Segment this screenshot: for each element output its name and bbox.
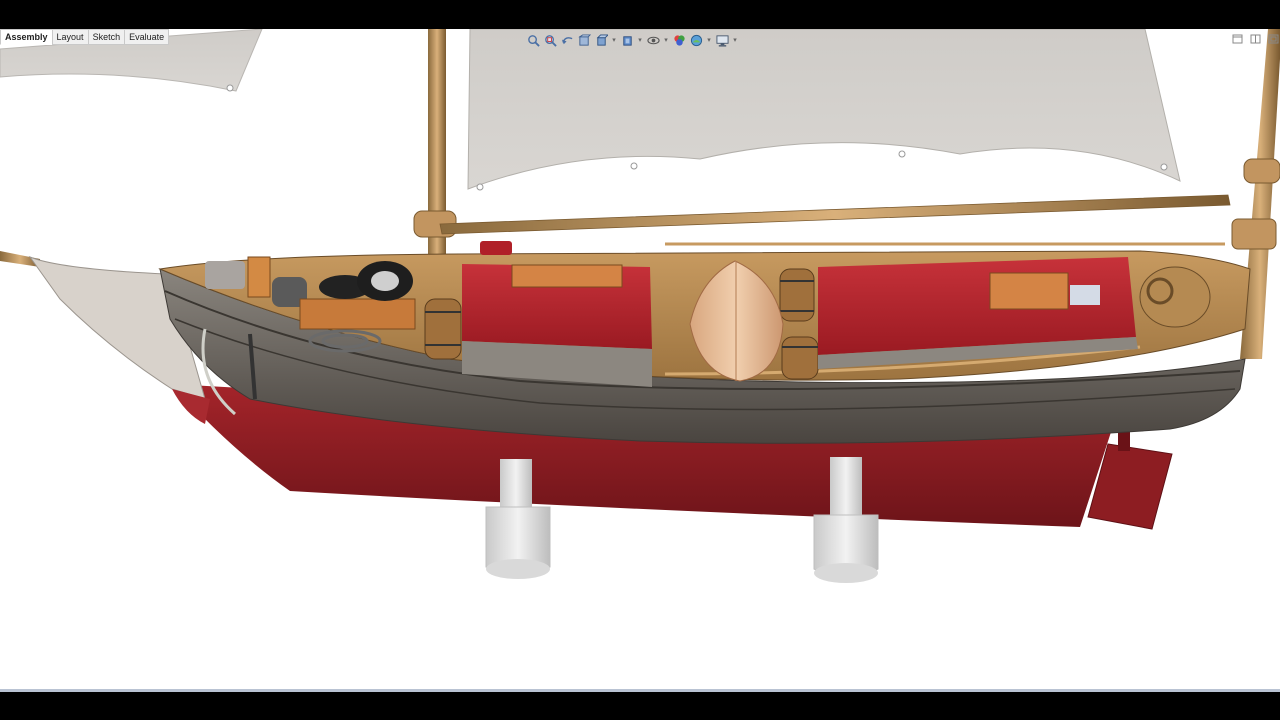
boom [439, 194, 1231, 235]
tab-assembly[interactable]: Assembly [0, 29, 53, 45]
hide-show-dropdown[interactable]: ▾ [663, 36, 669, 44]
apply-scene-icon[interactable] [689, 33, 703, 47]
tab-sketch[interactable]: Sketch [87, 29, 126, 45]
top-letterbox [0, 0, 1280, 29]
barrel [779, 268, 815, 322]
view-settings-icon[interactable] [715, 33, 729, 47]
barrel [781, 336, 819, 380]
edit-appearance-icon[interactable] [672, 33, 686, 47]
zoom-to-fit-icon[interactable] [526, 33, 540, 47]
maximize-icon[interactable] [1266, 33, 1280, 45]
ship-model[interactable] [0, 29, 1280, 689]
view-orientation-icon[interactable] [594, 33, 608, 47]
command-manager-tabs: Assembly Layout Sketch Evaluate [0, 29, 170, 45]
barrel [424, 298, 462, 360]
cad-application: Assembly Layout Sketch Evaluate ▾ ▾ ▾ ▾ … [0, 0, 1280, 720]
restore-icon[interactable] [1230, 33, 1244, 45]
display-style-dropdown[interactable]: ▾ [637, 36, 643, 44]
zoom-to-area-icon[interactable] [543, 33, 557, 47]
bottom-letterbox [0, 692, 1280, 720]
hide-show-items-icon[interactable] [646, 33, 660, 47]
view-settings-dropdown[interactable]: ▾ [732, 36, 738, 44]
tile-icon[interactable] [1248, 33, 1262, 45]
document-window-controls [1230, 33, 1280, 45]
tab-layout[interactable]: Layout [51, 29, 89, 45]
display-style-icon[interactable] [620, 33, 634, 47]
heads-up-view-toolbar: ▾ ▾ ▾ ▾ ▾ [526, 31, 738, 49]
previous-view-icon[interactable] [560, 33, 574, 47]
view-orientation-dropdown[interactable]: ▾ [611, 36, 617, 44]
tab-evaluate[interactable]: Evaluate [124, 29, 170, 45]
graphics-viewport[interactable]: Assembly Layout Sketch Evaluate ▾ ▾ ▾ ▾ … [0, 29, 1280, 689]
apply-scene-dropdown[interactable]: ▾ [706, 36, 712, 44]
section-view-icon[interactable] [577, 33, 591, 47]
mainsail [467, 29, 1181, 190]
